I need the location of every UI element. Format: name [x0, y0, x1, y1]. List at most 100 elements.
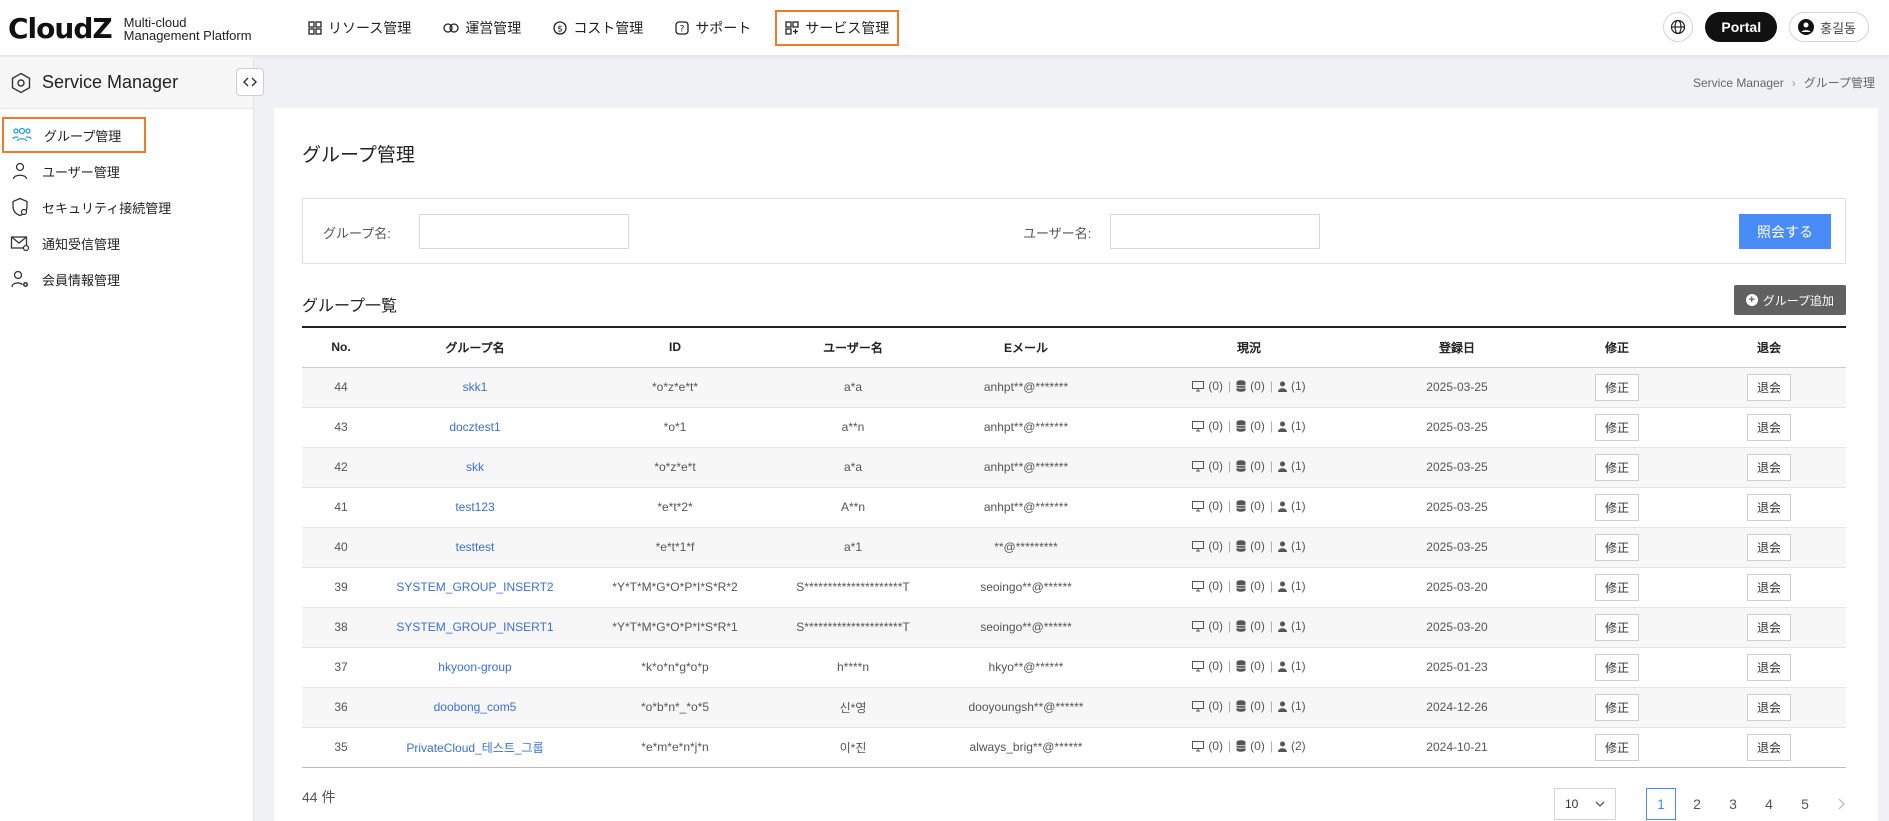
separator: |: [1228, 499, 1232, 514]
search-button[interactable]: 照会する: [1739, 214, 1831, 249]
portal-button[interactable]: Portal: [1705, 12, 1778, 42]
edit-button[interactable]: 修正: [1594, 453, 1639, 481]
group-name-input[interactable]: [419, 214, 629, 249]
page-size-value: 10: [1565, 797, 1579, 811]
cell-user-name: 신*영: [839, 700, 867, 715]
edit-button[interactable]: 修正: [1594, 373, 1639, 401]
separator: |: [1228, 699, 1232, 714]
page-button[interactable]: 2: [1682, 788, 1712, 820]
sidebar-item-member-info[interactable]: 会員情報管理: [0, 261, 253, 297]
nav-service-management[interactable]: サービス管理: [775, 10, 900, 46]
db-count: (0): [1250, 699, 1265, 714]
nav-support[interactable]: ? サポート: [667, 10, 759, 46]
nav-cost-management[interactable]: $ コスト管理: [545, 10, 651, 46]
add-group-label: グループ追加: [1762, 293, 1834, 308]
withdraw-button[interactable]: 退会: [1746, 733, 1791, 761]
cell-status: (0) | (0) | (1): [1126, 567, 1372, 607]
withdraw-button[interactable]: 退会: [1746, 493, 1791, 521]
edit-button[interactable]: 修正: [1594, 413, 1639, 441]
monitor-icon: [1192, 580, 1205, 592]
user-count: (1): [1290, 659, 1306, 674]
group-name-link[interactable]: doobong_com5: [380, 687, 570, 727]
user-menu-button[interactable]: 홍길동: [1789, 12, 1869, 42]
logo-subtitle-line2: Management Platform: [123, 27, 252, 43]
page-title: グループ管理: [302, 145, 415, 166]
withdraw-button[interactable]: 退会: [1746, 453, 1791, 481]
edit-button[interactable]: 修正: [1594, 533, 1639, 561]
cell-edit: 修正: [1542, 487, 1692, 527]
group-name-link[interactable]: skk: [380, 447, 570, 487]
table-body: 44 skk1 *o*z*e*t* a*a anhpt**@******* (0) | (0)…: [302, 367, 1846, 767]
nav-operation-management[interactable]: 運営管理: [435, 10, 529, 46]
database-icon: [1236, 380, 1246, 393]
separator: |: [1269, 739, 1273, 754]
withdraw-button[interactable]: 退会: [1746, 373, 1791, 401]
cell-id: *Y*T*M*G*O*P*I*S*R*2: [612, 580, 738, 594]
cell-status: (0) | (0) | (2): [1126, 727, 1372, 767]
sidebar-item-user-management[interactable]: ユーザー管理: [0, 153, 253, 189]
edit-button[interactable]: 修正: [1594, 693, 1639, 721]
separator: |: [1228, 619, 1232, 634]
cloudz-logo[interactable]: CloudZ Multi-cloud Management Platform: [8, 12, 252, 45]
group-name-link[interactable]: SYSTEM_GROUP_INSERT1: [380, 607, 570, 647]
page-button[interactable]: 1: [1646, 788, 1676, 820]
separator: |: [1269, 579, 1273, 594]
withdraw-button[interactable]: 退会: [1746, 613, 1791, 641]
page-button[interactable]: 3: [1718, 788, 1748, 820]
breadcrumb-root[interactable]: Service Manager: [1693, 76, 1784, 90]
withdraw-button[interactable]: 退会: [1746, 533, 1791, 561]
next-page-button[interactable]: [1826, 788, 1856, 820]
withdraw-button[interactable]: 退会: [1746, 413, 1791, 441]
cell-date: 2025-03-20: [1426, 620, 1488, 634]
sidebar-collapse-button[interactable]: [236, 68, 264, 96]
cell-withdraw: 退会: [1692, 407, 1846, 447]
edit-button[interactable]: 修正: [1594, 733, 1639, 761]
group-name-link[interactable]: hkyoon-group: [380, 647, 570, 687]
dollar-icon: $: [553, 21, 567, 35]
group-name-link[interactable]: testtest: [380, 527, 570, 567]
user-count: (1): [1290, 539, 1306, 554]
database-icon: [1236, 580, 1246, 593]
withdraw-button[interactable]: 退会: [1746, 693, 1791, 721]
monitor-icon: [1192, 460, 1205, 472]
database-icon: [1236, 740, 1246, 753]
sidebar-item-label: ユーザー管理: [42, 164, 120, 180]
link-icon: [443, 23, 459, 33]
group-name-link[interactable]: skk1: [380, 367, 570, 407]
sidebar-item-notification[interactable]: 通知受信管理: [0, 225, 253, 261]
separator: |: [1228, 739, 1232, 754]
page-button[interactable]: 4: [1754, 788, 1784, 820]
sidebar-item-security-connection[interactable]: セキュリティ接続管理: [0, 189, 253, 225]
user-name-input[interactable]: [1110, 214, 1320, 249]
group-name-link[interactable]: SYSTEM_GROUP_INSERT2: [380, 567, 570, 607]
group-name-link[interactable]: test123: [380, 487, 570, 527]
sidebar-item-group-management[interactable]: グループ管理: [2, 117, 146, 153]
logo-wordmark: CloudZ: [8, 12, 113, 45]
cell-user-name: h****n: [836, 660, 870, 674]
add-group-button[interactable]: + グループ追加: [1733, 285, 1846, 315]
language-button[interactable]: [1663, 12, 1694, 42]
separator: |: [1269, 659, 1273, 674]
edit-button[interactable]: 修正: [1594, 493, 1639, 521]
edit-button[interactable]: 修正: [1594, 573, 1639, 601]
page-button[interactable]: 5: [1790, 788, 1820, 820]
cell-edit: 修正: [1542, 727, 1692, 767]
user-settings-icon: [11, 270, 28, 288]
monitor-icon: [1192, 380, 1205, 392]
page-size-select[interactable]: 10: [1554, 788, 1616, 820]
edit-button[interactable]: 修正: [1594, 613, 1639, 641]
cell-status: (0) | (0) | (1): [1126, 527, 1372, 567]
search-panel: グループ名: ユーザー名: 照会する: [302, 198, 1846, 264]
db-count: (0): [1250, 739, 1265, 754]
withdraw-button[interactable]: 退会: [1746, 653, 1791, 681]
cell-withdraw: 退会: [1692, 607, 1846, 647]
monitor-icon: [1192, 420, 1205, 432]
nav-resource-management[interactable]: リソース管理: [300, 10, 419, 46]
database-icon: [1236, 660, 1246, 673]
group-name-link[interactable]: PrivateCloud_테스트_그룹: [380, 727, 570, 767]
withdraw-button[interactable]: 退会: [1746, 573, 1791, 601]
group-name-link[interactable]: docztest1: [380, 407, 570, 447]
grid-icon: [308, 21, 322, 35]
edit-button[interactable]: 修正: [1594, 653, 1639, 681]
cell-user-name: a**n: [841, 420, 865, 434]
